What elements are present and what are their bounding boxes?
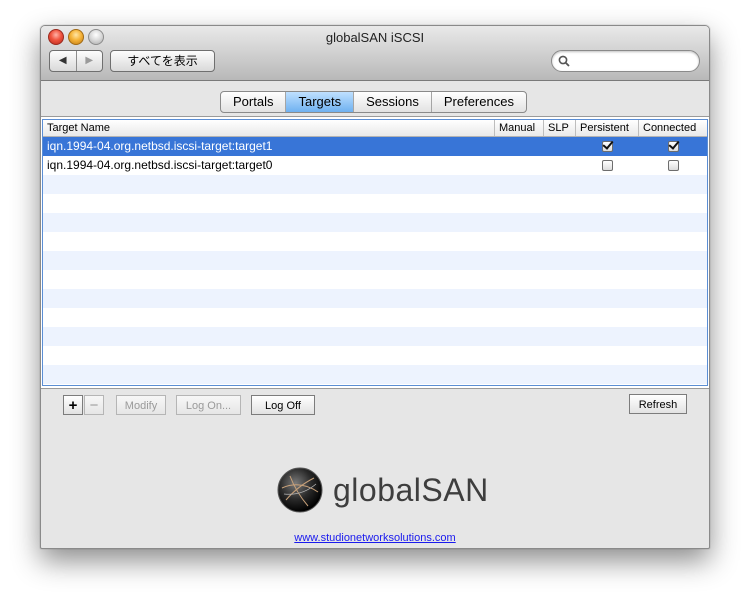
connected-checkbox[interactable] [668, 141, 679, 152]
target-name-cell: iqn.1994-04.org.netbsd.iscsi-target:targ… [47, 158, 273, 172]
empty-row [43, 270, 707, 289]
modify-button[interactable]: Modify [116, 395, 166, 415]
empty-row [43, 232, 707, 251]
back-forward-control: ◀ ▶ [49, 50, 103, 72]
log-off-button[interactable]: Log Off [251, 395, 315, 415]
column-header-manual[interactable]: Manual [495, 120, 544, 136]
targets-table[interactable]: Target Name Manual SLP Persistent Connec… [42, 119, 708, 386]
remove-target-button[interactable]: − [84, 395, 104, 415]
tab-preferences[interactable]: Preferences [430, 92, 526, 112]
empty-row [43, 251, 707, 270]
app-window: globalSAN iSCSI ◀ ▶ すべてを表示 Portals Targe… [40, 25, 710, 549]
empty-row [43, 308, 707, 327]
empty-row [43, 213, 707, 232]
persistent-checkbox[interactable] [602, 160, 613, 171]
tab-sessions[interactable]: Sessions [353, 92, 431, 112]
column-header-connected[interactable]: Connected [639, 120, 707, 136]
table-body: iqn.1994-04.org.netbsd.iscsi-target:targ… [43, 137, 707, 384]
table-header: Target Name Manual SLP Persistent Connec… [43, 120, 707, 137]
empty-row [43, 365, 707, 384]
add-target-button[interactable]: + [63, 395, 83, 415]
tab-bar: Portals Targets Sessions Preferences [220, 91, 527, 113]
table-row[interactable]: iqn.1994-04.org.netbsd.iscsi-target:targ… [43, 137, 707, 156]
empty-row [43, 289, 707, 308]
connected-checkbox[interactable] [668, 160, 679, 171]
globalsan-logo-text: globalSAN [333, 472, 489, 508]
refresh-button[interactable]: Refresh [629, 394, 687, 414]
log-on-button[interactable]: Log On... [176, 395, 241, 415]
column-header-slp[interactable]: SLP [544, 120, 576, 136]
tab-targets[interactable]: Targets [285, 92, 354, 112]
tab-portals[interactable]: Portals [221, 92, 285, 112]
targets-table-frame: Target Name Manual SLP Persistent Connec… [41, 116, 709, 389]
persistent-checkbox[interactable] [602, 141, 613, 152]
title-bar: globalSAN iSCSI ◀ ▶ すべてを表示 [41, 26, 709, 81]
empty-row [43, 175, 707, 194]
search-field[interactable] [551, 50, 700, 72]
empty-row [43, 327, 707, 346]
empty-row [43, 194, 707, 213]
forward-button[interactable]: ▶ [75, 51, 103, 71]
column-header-persistent[interactable]: Persistent [576, 120, 639, 136]
empty-row [43, 346, 707, 365]
table-row[interactable]: iqn.1994-04.org.netbsd.iscsi-target:targ… [43, 156, 707, 175]
window-title: globalSAN iSCSI [325, 30, 425, 45]
back-button[interactable]: ◀ [50, 51, 76, 71]
column-header-target-name[interactable]: Target Name [43, 120, 495, 136]
search-icon [558, 55, 570, 67]
target-name-cell: iqn.1994-04.org.netbsd.iscsi-target:targ… [47, 139, 273, 153]
globalsan-globe-icon [277, 467, 323, 513]
website-link[interactable]: www.studionetworksolutions.com [41, 532, 709, 544]
show-all-button[interactable]: すべてを表示 [110, 50, 215, 72]
